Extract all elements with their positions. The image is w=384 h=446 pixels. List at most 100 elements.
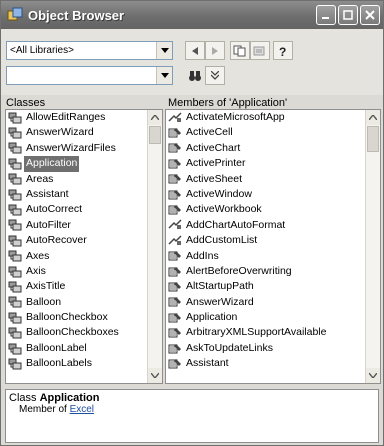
member-list-item[interactable]: AskToUpdateLinks (166, 341, 366, 356)
class-list-item[interactable]: AutoFilter (6, 218, 148, 233)
chevron-down-icon (151, 373, 159, 378)
close-icon (365, 10, 375, 20)
member-list-item[interactable]: Application (166, 310, 366, 325)
help-icon: ? (279, 45, 286, 57)
member-list-item-label: ActivePrinter (186, 157, 246, 170)
class-list-item[interactable]: Balloon (6, 295, 148, 310)
member-list-item[interactable]: ArbitraryXMLSupportAvailable (166, 325, 366, 340)
double-chevron-icon (211, 71, 219, 80)
member-list-item[interactable]: AddCustomList (166, 233, 366, 248)
details-prefix: Class (9, 392, 40, 404)
search-button[interactable] (185, 66, 205, 85)
svg-text:?: ? (279, 45, 286, 57)
classes-scrollbar[interactable] (147, 110, 162, 383)
class-list-item[interactable]: AllowEditRanges (6, 110, 148, 125)
class-list-item-label: BalloonCheckboxes (26, 326, 119, 339)
class-list-item[interactable]: Application (6, 156, 148, 172)
member-list-item[interactable]: AltStartupPath (166, 279, 366, 294)
maximize-icon (343, 10, 353, 20)
members-scroll-thumb[interactable] (367, 126, 379, 152)
member-list-item[interactable]: ActiveWindow (166, 187, 366, 202)
go-forward-button[interactable] (205, 41, 225, 60)
library-combo[interactable]: <All Libraries> (6, 41, 173, 60)
close-button[interactable] (360, 5, 380, 25)
member-list-item[interactable]: ActiveSheet (166, 172, 366, 187)
class-list-item[interactable]: BalloonLabels (6, 356, 148, 371)
class-list-item[interactable]: BalloonLabel (6, 341, 148, 356)
details-class-name: Application (39, 392, 100, 404)
class-list-item-label: BalloonCheckbox (26, 311, 108, 324)
member-list-item-label: ActiveWindow (186, 187, 252, 200)
class-list-item[interactable]: AutoCorrect (6, 202, 148, 217)
member-list-item[interactable]: ActivePrinter (166, 156, 366, 171)
member-list-item[interactable]: AddChartAutoFormat (166, 218, 366, 233)
class-list-item[interactable]: Assistant (6, 187, 148, 202)
class-icon (8, 142, 22, 154)
members-scroll-down-button[interactable] (366, 368, 380, 383)
class-icon (8, 127, 22, 139)
member-list-item[interactable]: ActiveWorkbook (166, 202, 366, 217)
class-icon (8, 358, 22, 370)
members-list-items: ActivateMicrosoftApp ActiveCell ActiveChar… (166, 110, 366, 383)
view-definition-button[interactable] (250, 41, 270, 60)
class-list-item-label: BalloonLabel (26, 341, 87, 354)
member-list-item-label: Assistant (186, 357, 229, 370)
members-list[interactable]: ActivateMicrosoftApp ActiveCell ActiveChar… (165, 109, 381, 384)
members-scrollbar[interactable] (365, 110, 380, 383)
go-back-button[interactable] (185, 41, 205, 60)
class-list-item[interactable]: AnswerWizard (6, 125, 148, 140)
member-list-item[interactable]: ActiveChart (166, 141, 366, 156)
member-list-item[interactable]: Assistant (166, 356, 366, 371)
class-list-item[interactable]: Areas (6, 172, 148, 187)
member-list-item-label: ArbitraryXMLSupportAvailable (186, 326, 327, 339)
class-list-item-label: Application (24, 156, 80, 172)
class-list-item[interactable]: BalloonCheckboxes (6, 325, 148, 340)
chevron-down-icon (160, 48, 169, 53)
classes-scroll-thumb[interactable] (149, 126, 161, 144)
members-scroll-up-button[interactable] (366, 110, 380, 125)
title-bar[interactable]: Object Browser (1, 1, 383, 29)
class-list-item[interactable]: AnswerWizardFiles (6, 141, 148, 156)
member-list-item-label: AskToUpdateLinks (186, 341, 273, 354)
method-icon (168, 235, 182, 245)
class-list-item[interactable]: Axis (6, 264, 148, 279)
class-list-item[interactable]: AutoRecover (6, 233, 148, 248)
class-icon (8, 296, 22, 308)
class-icon (8, 312, 22, 324)
property-icon (168, 174, 181, 184)
class-list-item-label: Balloon (26, 295, 62, 308)
class-list-item[interactable]: BalloonCheckbox (6, 310, 148, 325)
chevron-down-icon (369, 373, 377, 378)
class-list-item-label: AutoFilter (26, 218, 71, 231)
classes-scroll-up-button[interactable] (148, 110, 162, 125)
show-search-results-button[interactable] (205, 66, 225, 85)
member-list-item[interactable]: AddIns (166, 249, 366, 264)
member-list-item-label: AltStartupPath (186, 280, 254, 293)
property-icon (168, 328, 181, 338)
class-list-item[interactable]: Axes (6, 249, 148, 264)
maximize-button[interactable] (338, 5, 358, 25)
class-icon (8, 219, 22, 231)
library-link[interactable]: Excel (70, 404, 94, 415)
classes-list[interactable]: AllowEditRanges AnswerWizard AnswerWizardF… (5, 109, 163, 384)
help-button[interactable]: ? (273, 41, 293, 60)
member-list-item[interactable]: AnswerWizard (166, 295, 366, 310)
member-list-item[interactable]: AlertBeforeOverwriting (166, 264, 366, 279)
class-list-item-label: AllowEditRanges (26, 111, 106, 123)
class-list-item-label: Axis (26, 264, 46, 277)
member-list-item[interactable]: ActiveCell (166, 125, 366, 140)
copy-to-clipboard-button[interactable] (230, 41, 250, 60)
minimize-button[interactable] (316, 5, 336, 25)
library-dropdown-button[interactable] (156, 42, 172, 59)
member-list-item[interactable]: ActivateMicrosoftApp (166, 110, 366, 125)
class-icon (8, 158, 22, 170)
object-browser-window: Object Browser <All Libraries> ? Classes… (0, 0, 384, 446)
member-list-item-label: AddChartAutoFormat (186, 218, 286, 231)
class-icon (8, 266, 22, 278)
class-list-item[interactable]: AxisTitle (6, 279, 148, 294)
classes-scroll-down-button[interactable] (148, 368, 162, 383)
search-dropdown-button[interactable] (156, 67, 172, 84)
search-combo[interactable] (6, 66, 173, 85)
arrow-left-icon (192, 46, 198, 55)
class-list-item-label: Areas (26, 172, 54, 185)
